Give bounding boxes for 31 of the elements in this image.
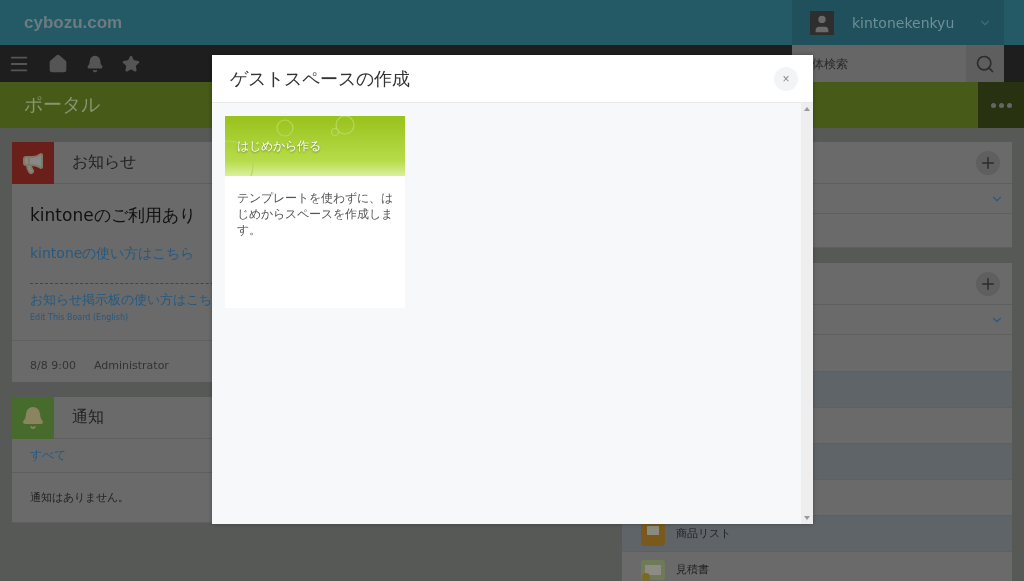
filter-link[interactable]: すべて	[30, 447, 66, 464]
megaphone-icon	[12, 141, 54, 184]
card-title: お知らせ	[72, 152, 136, 173]
search-button[interactable]	[966, 45, 1004, 82]
announcement-heading: kintoneのご利用あり	[30, 204, 196, 227]
star-icon[interactable]	[122, 54, 140, 73]
page-title: ポータル	[24, 92, 100, 117]
user-name: kintonekenkyu	[852, 14, 956, 31]
template-card[interactable]: はじめから作る テンプレートを使わずに、はじめからスペースを作成します。	[225, 116, 405, 308]
home-icon[interactable]	[48, 53, 68, 74]
avatar-icon	[810, 10, 834, 35]
dialog-title: ゲストスペースの作成	[230, 66, 410, 91]
add-button[interactable]	[976, 150, 1000, 175]
user-menu[interactable]: kintonekenkyu	[792, 0, 1004, 45]
app-name[interactable]: 見積書	[676, 562, 709, 577]
empty-message: 通知はありません。	[30, 490, 129, 505]
template-description: テンプレートを使わずに、はじめからスペースを作成します。	[236, 190, 394, 239]
logo[interactable]: cybozu.com	[24, 12, 123, 33]
close-button[interactable]: ×	[774, 66, 798, 91]
app-name[interactable]: 商品リスト	[676, 526, 731, 541]
up-arrow-icon[interactable]	[804, 107, 810, 111]
down-arrow-icon[interactable]	[804, 516, 810, 520]
template-title: はじめから作る	[237, 137, 321, 155]
search-box[interactable]: 体検索	[792, 45, 1004, 82]
search-icon	[975, 53, 995, 74]
scrollbar[interactable]	[801, 103, 813, 524]
add-button[interactable]	[976, 271, 1000, 296]
card-title: 通知	[72, 407, 104, 428]
bell-icon	[12, 396, 54, 439]
bell-icon[interactable]	[86, 54, 104, 73]
more-button[interactable]	[978, 82, 1024, 128]
